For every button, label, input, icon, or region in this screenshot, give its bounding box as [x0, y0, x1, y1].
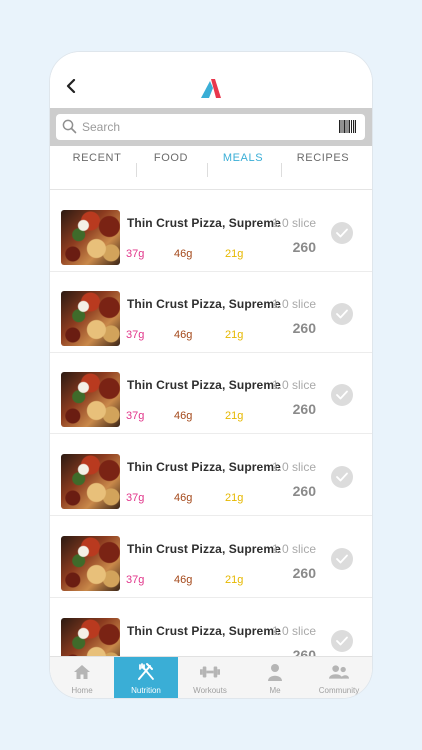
carbs-value: 46g: [174, 410, 193, 422]
calories-value: 260: [292, 239, 316, 255]
meal-name: Thin Crust Pizza, Supreme: [127, 624, 281, 638]
app-logo-icon: [201, 79, 221, 98]
list-item[interactable]: Thin Crust Pizza, Supreme 37g 46g 21g 1.…: [50, 435, 372, 516]
list-item[interactable]: Thin Crust Pizza, Supreme 37g 46g 21g 1.…: [50, 191, 372, 272]
fat-value: 21g: [225, 329, 244, 341]
check-icon[interactable]: [331, 222, 353, 244]
meal-list: Thin Crust Pizza, Supreme 37g 46g 21g 1.…: [50, 191, 372, 656]
fork-knife-icon: [136, 662, 156, 682]
meal-thumbnail: [61, 291, 120, 346]
community-icon: [329, 662, 349, 682]
list-item[interactable]: Thin Crust Pizza, Supreme 37g 46g 21g 1.…: [50, 272, 372, 353]
search-bar-container: [50, 108, 372, 146]
carbs-value: 46g: [174, 574, 193, 586]
nav-me-label: Me: [269, 686, 281, 695]
tab-food[interactable]: FOOD: [138, 152, 204, 190]
home-icon: [72, 662, 92, 682]
meal-thumbnail: [61, 454, 120, 509]
portion-size: 1.0 slice: [271, 216, 316, 230]
carbs-value: 46g: [174, 492, 193, 504]
search-icon: [62, 119, 77, 134]
dumbbell-icon: [200, 662, 220, 682]
fat-value: 21g: [225, 248, 244, 260]
person-icon: [265, 662, 285, 682]
nav-community[interactable]: Community: [307, 657, 371, 698]
phone-screen: RECENT FOOD MEALS RECIPES Thin Crust Piz…: [50, 52, 372, 698]
meal-name: Thin Crust Pizza, Supreme: [127, 216, 281, 230]
calories-value: 260: [292, 401, 316, 417]
portion-size: 1.0 slice: [271, 542, 316, 556]
list-item[interactable]: Thin Crust Pizza, Supreme 37g 46g 21g 1.…: [50, 599, 372, 656]
protein-value: 37g: [126, 492, 145, 504]
nav-community-label: Community: [318, 686, 360, 695]
meal-name: Thin Crust Pizza, Supreme: [127, 378, 281, 392]
barcode-icon[interactable]: [339, 120, 356, 133]
tab-recent[interactable]: RECENT: [62, 152, 132, 190]
meal-name: Thin Crust Pizza, Supreme: [127, 542, 281, 556]
nav-nutrition[interactable]: Nutrition: [114, 657, 178, 698]
top-bar: [50, 52, 372, 108]
check-icon[interactable]: [331, 466, 353, 488]
search-box: [56, 114, 365, 140]
meal-thumbnail: [61, 618, 120, 656]
list-item[interactable]: Thin Crust Pizza, Supreme 37g 46g 21g 1.…: [50, 517, 372, 598]
bottom-nav: Home Nutrition Workouts Me Community: [50, 656, 372, 698]
tab-divider: [136, 163, 137, 177]
tab-recipes[interactable]: RECIPES: [286, 152, 360, 190]
meal-name: Thin Crust Pizza, Supreme: [127, 297, 281, 311]
portion-size: 1.0 slice: [271, 297, 316, 311]
protein-value: 37g: [126, 248, 145, 260]
meal-thumbnail: [61, 210, 120, 265]
nav-home-label: Home: [71, 686, 93, 695]
calories-value: 260: [292, 320, 316, 336]
meal-name: Thin Crust Pizza, Supreme: [127, 460, 281, 474]
carbs-value: 46g: [174, 329, 193, 341]
carbs-value: 46g: [174, 248, 193, 260]
portion-size: 1.0 slice: [271, 378, 316, 392]
list-item[interactable]: Thin Crust Pizza, Supreme 37g 46g 21g 1.…: [50, 353, 372, 434]
portion-size: 1.0 slice: [271, 624, 316, 638]
nav-home[interactable]: Home: [50, 657, 114, 698]
category-tabs: RECENT FOOD MEALS RECIPES: [50, 152, 372, 190]
tab-divider: [281, 163, 282, 177]
meal-thumbnail: [61, 536, 120, 591]
chevron-left-icon[interactable]: [63, 76, 79, 96]
tab-meals[interactable]: MEALS: [210, 152, 276, 190]
search-input[interactable]: [82, 117, 322, 137]
check-icon[interactable]: [331, 630, 353, 652]
check-icon[interactable]: [331, 384, 353, 406]
portion-size: 1.0 slice: [271, 460, 316, 474]
fat-value: 21g: [225, 574, 244, 586]
nav-workouts-label: Workouts: [193, 686, 227, 695]
nav-me[interactable]: Me: [243, 657, 307, 698]
tab-divider: [207, 163, 208, 177]
calories-value: 260: [292, 565, 316, 581]
meal-thumbnail: [61, 372, 120, 427]
protein-value: 37g: [126, 410, 145, 422]
protein-value: 37g: [126, 574, 145, 586]
calories-value: 260: [292, 483, 316, 499]
fat-value: 21g: [225, 410, 244, 422]
fat-value: 21g: [225, 492, 244, 504]
nav-nutrition-label: Nutrition: [131, 686, 161, 695]
check-icon[interactable]: [331, 303, 353, 325]
check-icon[interactable]: [331, 548, 353, 570]
protein-value: 37g: [126, 329, 145, 341]
calories-value: 260: [292, 647, 316, 656]
nav-workouts[interactable]: Workouts: [178, 657, 242, 698]
